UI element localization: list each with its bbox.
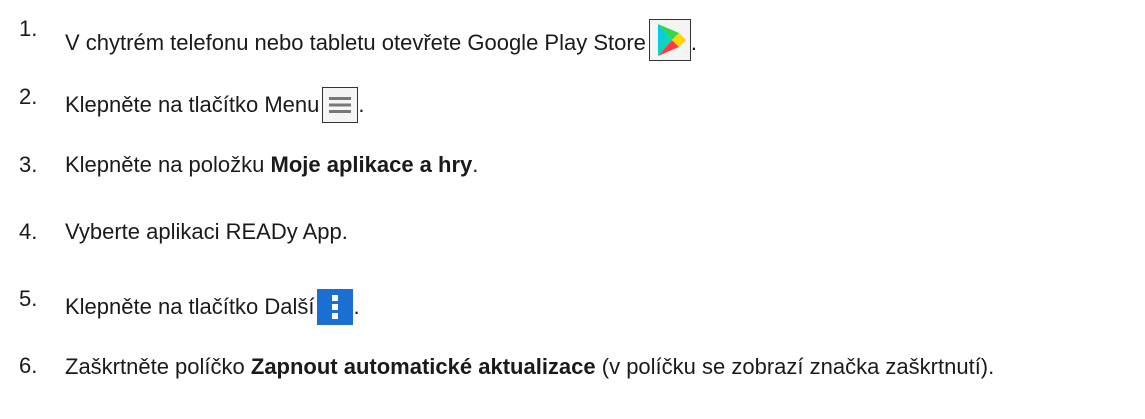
step-number: 6. [19, 353, 38, 378]
step-number: 5. [19, 286, 38, 311]
step-text: Zaškrtněte políčko Zapnout automatické a… [65, 352, 1143, 382]
step-text-main: Klepněte na tlačítko Další [65, 294, 315, 319]
step-suffix: . [358, 92, 365, 117]
step-text-main: Klepněte na tlačítko Menu [65, 92, 320, 117]
instruction-steps: 1. V chytrém telefonu nebo tabletu otevř… [0, 0, 1145, 419]
step-text: Klepněte na tlačítko Další. [65, 285, 360, 325]
step-text-rest: (v políčku se zobrazí značka zaškrtnutí)… [595, 354, 995, 379]
step-text: Vyberte aplikaci READy App. [65, 219, 348, 244]
step-text-bold: Moje aplikace a hry [270, 152, 473, 177]
step-text-prefix: Klepněte na položku [65, 152, 271, 177]
more-vertical-icon [317, 289, 354, 325]
step-suffix: . [353, 294, 360, 319]
step-suffix: . [472, 152, 479, 177]
step-text: V chytrém telefonu nebo tabletu otevřete… [65, 15, 698, 61]
step-number: 2. [19, 84, 38, 109]
step-text-bold: Zapnout automatické aktualizace [250, 354, 596, 379]
google-play-icon [648, 19, 691, 61]
step-text-prefix: Zaškrtněte políčko [65, 354, 251, 379]
step-text-main: V chytrém telefonu nebo tabletu otevřete… [65, 30, 646, 55]
step-suffix: . [690, 30, 698, 55]
step-text: Klepněte na tlačítko Menu. [65, 83, 365, 123]
step-number: 1. [19, 16, 38, 41]
step-text: Klepněte na položku Moje aplikace a hry. [65, 151, 478, 179]
hamburger-menu-icon [322, 87, 359, 123]
step-number: 4. [19, 219, 38, 244]
step-number: 3. [19, 152, 38, 177]
